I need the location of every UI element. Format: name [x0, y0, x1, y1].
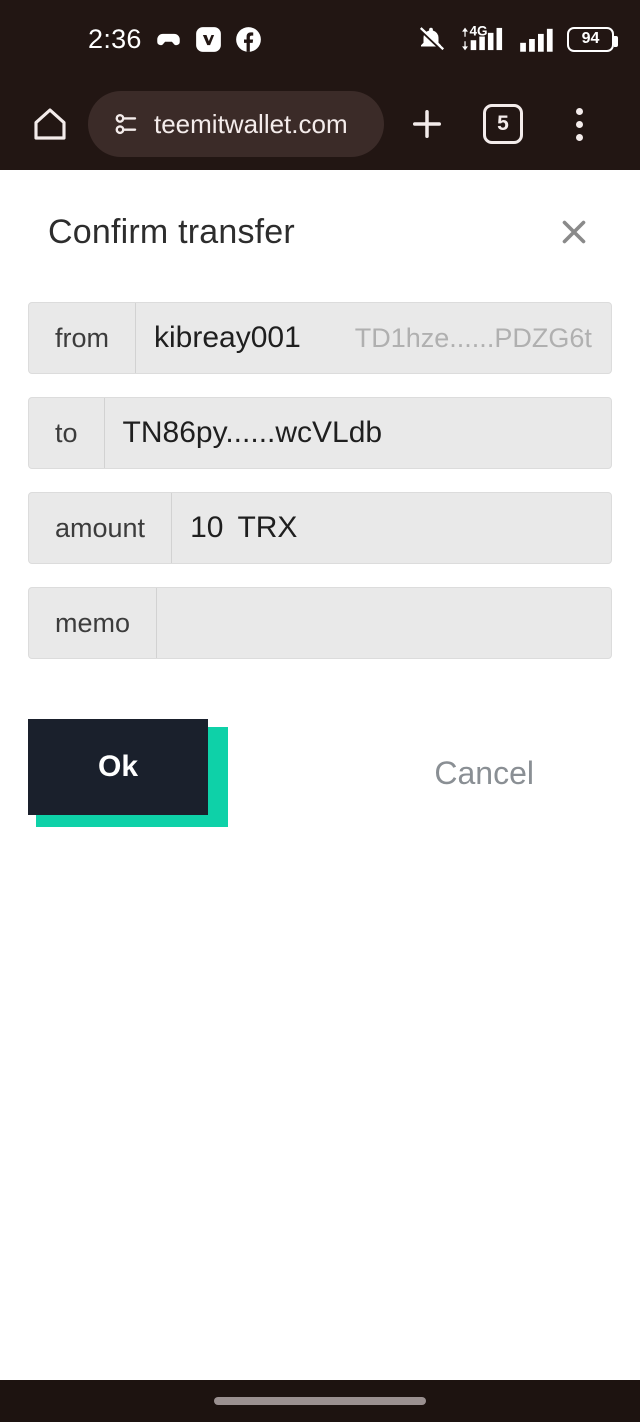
cancel-button[interactable]: Cancel [424, 745, 544, 802]
field-label-amount: amount [29, 493, 173, 563]
field-label-memo: memo [29, 588, 158, 658]
amount-number: 10 [190, 511, 224, 544]
android-status-bar: 2:36 4G 94 [0, 0, 640, 78]
android-navigation-bar [0, 1380, 640, 1422]
from-address: TD1hze......PDZG6t [354, 322, 592, 353]
browser-menu-button[interactable] [546, 91, 612, 157]
browser-toolbar: teemitwallet.com 5 [0, 78, 640, 170]
field-label-from: from [29, 303, 136, 373]
new-tab-button[interactable] [394, 91, 460, 157]
home-button[interactable] [22, 103, 78, 145]
svg-text:4G: 4G [469, 23, 487, 38]
tab-switcher-button[interactable]: 5 [470, 91, 536, 157]
page-title: Confirm transfer [48, 212, 295, 251]
facebook-icon [235, 26, 261, 52]
field-value-to: TN86py......wcVLdb [105, 398, 611, 468]
field-row-amount: amount 10 TRX [28, 492, 612, 564]
page-settings-icon [115, 113, 137, 135]
status-bar-clock: 2:36 [88, 23, 142, 54]
field-row-to: to TN86py......wcVLdb [28, 397, 612, 469]
transfer-fields: from kibreay001 TD1hze......PDZG6t to TN… [0, 302, 640, 659]
close-icon [562, 220, 586, 244]
field-row-from: from kibreay001 TD1hze......PDZG6t [28, 302, 612, 374]
status-bar-left: 2:36 [0, 24, 262, 55]
tab-count-badge: 5 [483, 104, 523, 144]
page-content: Confirm transfer from kibreay001 TD1hze.… [0, 170, 640, 1380]
ok-button-wrapper: Ok [28, 719, 228, 827]
field-label-to: to [29, 398, 105, 468]
to-address: TN86py......wcVLdb [122, 416, 383, 449]
field-row-memo: memo [28, 587, 612, 659]
dialog-header: Confirm transfer [0, 170, 640, 258]
status-bar-right: 4G 94 [414, 23, 618, 55]
plus-icon [413, 110, 441, 138]
url-bar[interactable]: teemitwallet.com [88, 91, 384, 157]
home-gesture-pill[interactable] [214, 1397, 426, 1405]
from-username: kibreay001 [154, 321, 301, 354]
field-value-memo [157, 588, 611, 658]
home-icon [34, 108, 66, 140]
ok-button[interactable]: Ok [28, 719, 208, 815]
vimeo-icon [195, 26, 221, 52]
url-text: teemitwallet.com [154, 108, 348, 139]
field-value-amount: 10 TRX [172, 493, 611, 563]
phone-screen: 2:36 4G 94 teemitwallet.com 5 Confirm tr… [0, 0, 640, 1422]
battery-level-label: 94 [581, 30, 600, 47]
dialog-actions: Ok Cancel [0, 719, 640, 827]
game-controller-icon [157, 33, 180, 45]
battery-indicator: 94 [567, 26, 618, 52]
bell-muted-icon [418, 27, 445, 52]
tab-count-label: 5 [497, 112, 509, 135]
field-value-from: kibreay001 TD1hze......PDZG6t [136, 303, 611, 373]
close-button[interactable] [548, 206, 600, 258]
kebab-menu-icon [575, 107, 583, 141]
signal-bars-icon: 4G [462, 23, 503, 51]
amount-currency: TRX [237, 511, 298, 544]
signal-bars-icon [520, 28, 553, 52]
